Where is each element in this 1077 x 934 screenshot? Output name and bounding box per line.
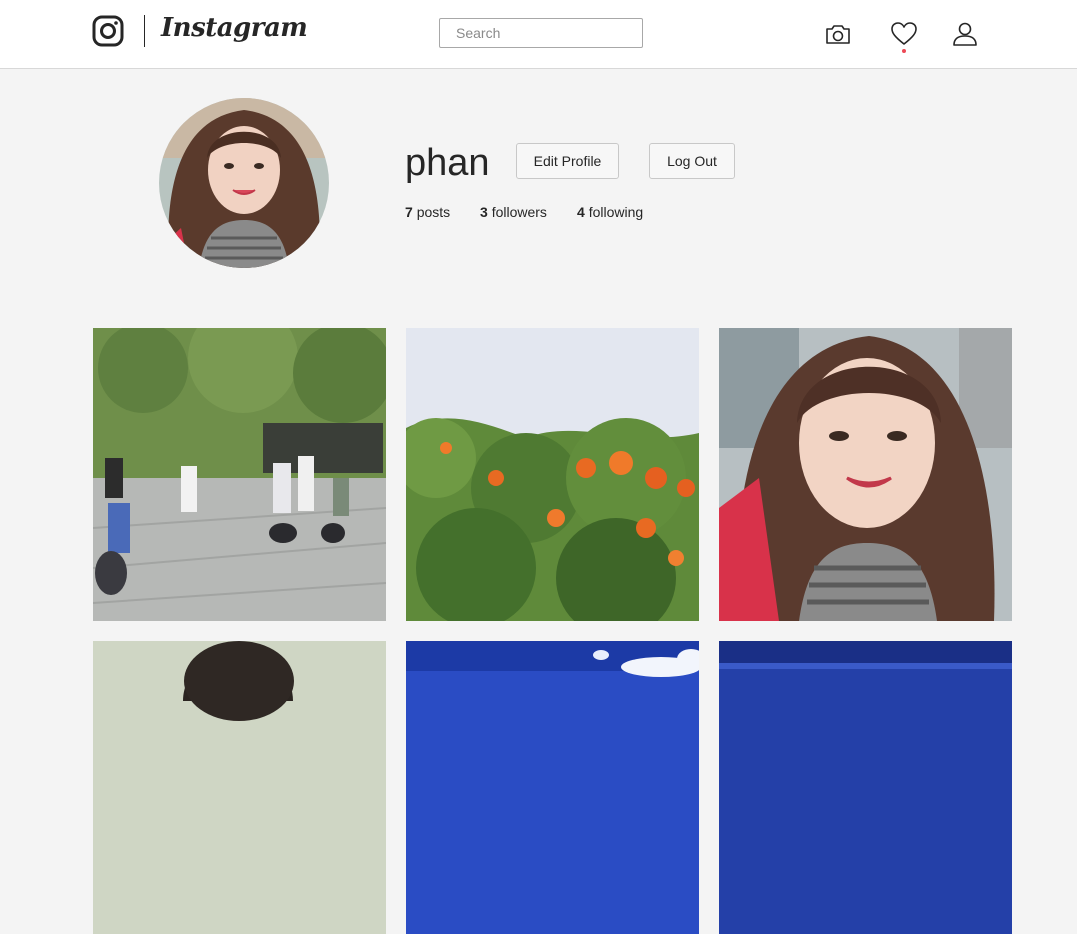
profile-avatar[interactable] <box>159 98 329 268</box>
posts-stat: 7 posts <box>405 204 450 220</box>
heart-icon[interactable] <box>890 20 918 48</box>
followers-stat[interactable]: 3 followers <box>480 204 547 220</box>
top-navigation-bar: Instagram <box>0 0 1077 69</box>
followers-count: 3 <box>480 204 488 220</box>
post-thumbnail-1[interactable] <box>93 328 386 621</box>
camera-icon[interactable] <box>824 20 852 48</box>
post-thumbnail-6[interactable] <box>719 641 1012 934</box>
instagram-wordmark[interactable]: Instagram <box>161 13 308 43</box>
posts-label: posts <box>416 204 451 220</box>
instagram-logo-icon[interactable] <box>92 15 124 47</box>
following-count: 4 <box>577 204 585 220</box>
post-thumbnail-3[interactable] <box>719 328 1012 621</box>
post-thumbnail-5[interactable] <box>406 641 699 934</box>
logo-divider <box>144 15 145 47</box>
post-thumbnail-4[interactable] <box>93 641 386 934</box>
followers-label: followers <box>491 204 547 220</box>
search-input[interactable] <box>439 18 643 48</box>
profile-username: phan <box>405 142 490 184</box>
user-icon[interactable] <box>951 20 979 48</box>
posts-count: 7 <box>405 204 413 220</box>
notification-dot <box>902 49 906 53</box>
edit-profile-button[interactable]: Edit Profile <box>516 143 619 179</box>
following-label: following <box>588 204 644 220</box>
following-stat[interactable]: 4 following <box>577 204 643 220</box>
log-out-button[interactable]: Log Out <box>649 143 735 179</box>
post-thumbnail-2[interactable] <box>406 328 699 621</box>
